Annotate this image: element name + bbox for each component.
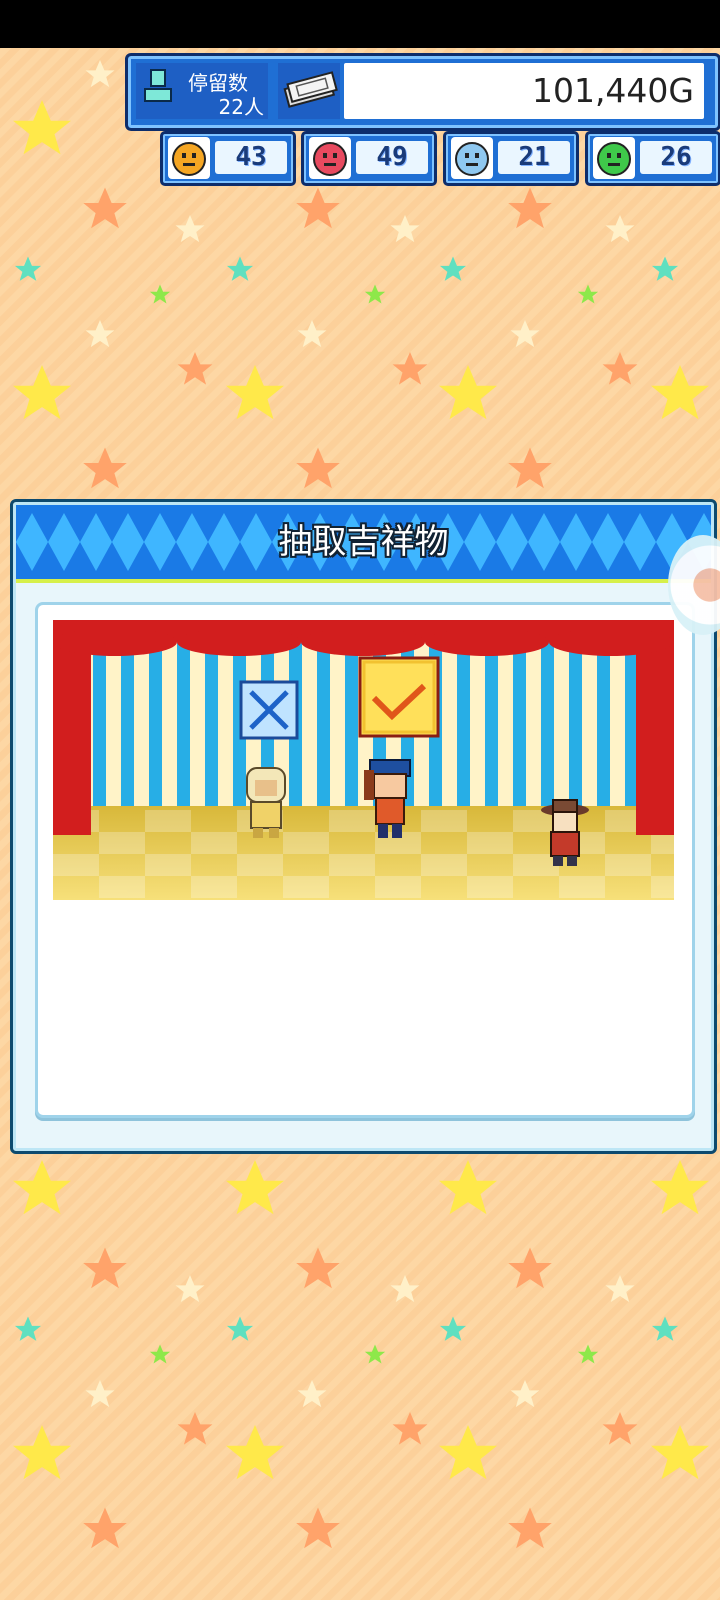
reject-button[interactable]: [239, 680, 299, 740]
stat-value: 49: [356, 141, 428, 174]
resource-panel: 停留数 22人 101,440G: [125, 53, 720, 131]
dialog-title: 抽取吉祥物: [278, 522, 449, 562]
dialog-body: [35, 602, 695, 1118]
smile-face-icon: [168, 137, 210, 179]
mascot-draw-dialog: 抽取吉祥物: [10, 499, 717, 1154]
drop-face-icon: [451, 137, 493, 179]
stat-box: 26: [585, 131, 720, 186]
star-face-icon: [593, 137, 635, 179]
status-bar: [0, 0, 720, 48]
guest-value: 22人: [218, 95, 264, 119]
mascot-candidate-left[interactable]: [246, 767, 286, 838]
theater-stage: [53, 620, 674, 900]
flame-face-icon: [309, 137, 351, 179]
stat-box: 21: [443, 131, 579, 186]
dialog-header: 抽取吉祥物: [16, 505, 711, 583]
stat-box: 43: [160, 131, 296, 186]
money-bill-icon: [283, 71, 338, 108]
stat-box: 49: [301, 131, 437, 186]
accept-button[interactable]: [358, 656, 440, 738]
person-icon: [144, 69, 172, 102]
stat-value: 43: [215, 141, 287, 174]
stat-value: 26: [640, 141, 712, 174]
money-amount: 101,440G: [344, 63, 704, 119]
money-icon-box: [278, 63, 340, 119]
stat-value: 21: [498, 141, 570, 174]
guest-count: 停留数 22人: [136, 63, 268, 119]
